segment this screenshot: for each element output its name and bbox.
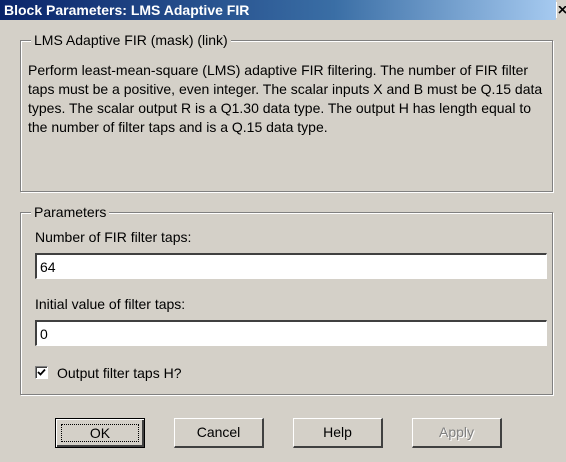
checkmark-icon <box>37 368 46 376</box>
ok-button[interactable]: OK <box>55 418 145 448</box>
cancel-button-label: Cancel <box>196 424 241 440</box>
title-bar[interactable]: Block Parameters: LMS Adaptive FIR <box>0 0 556 20</box>
initial-value-input[interactable] <box>35 320 547 346</box>
mask-description: Perform least-mean-square (LMS) adaptive… <box>28 62 543 135</box>
close-button[interactable] <box>556 2 566 18</box>
parameters-groupbox: Parameters Number of FIR filter taps: In… <box>20 204 553 395</box>
mask-legend: LMS Adaptive FIR (mask) (link) <box>31 32 231 48</box>
apply-button[interactable]: Apply <box>412 418 502 448</box>
num-taps-input[interactable] <box>35 253 547 279</box>
help-button-label: Help <box>323 424 352 440</box>
cancel-button[interactable]: Cancel <box>174 418 264 448</box>
close-x-icon <box>558 6 566 14</box>
output-taps-label: Output filter taps H? <box>57 365 182 381</box>
parameters-legend: Parameters <box>31 204 110 220</box>
dialog-window: Block Parameters: LMS Adaptive FIR LMS A… <box>0 0 566 462</box>
help-button[interactable]: Help <box>293 418 383 448</box>
output-taps-checkbox[interactable] <box>35 366 48 379</box>
initial-value-label: Initial value of filter taps: <box>35 296 186 312</box>
window-title: Block Parameters: LMS Adaptive FIR <box>4 2 250 18</box>
apply-button-label: Apply <box>438 424 475 440</box>
mask-groupbox: LMS Adaptive FIR (mask) (link) Perform l… <box>20 32 553 192</box>
num-taps-label: Number of FIR filter taps: <box>35 229 192 245</box>
ok-button-label: OK <box>89 425 111 441</box>
